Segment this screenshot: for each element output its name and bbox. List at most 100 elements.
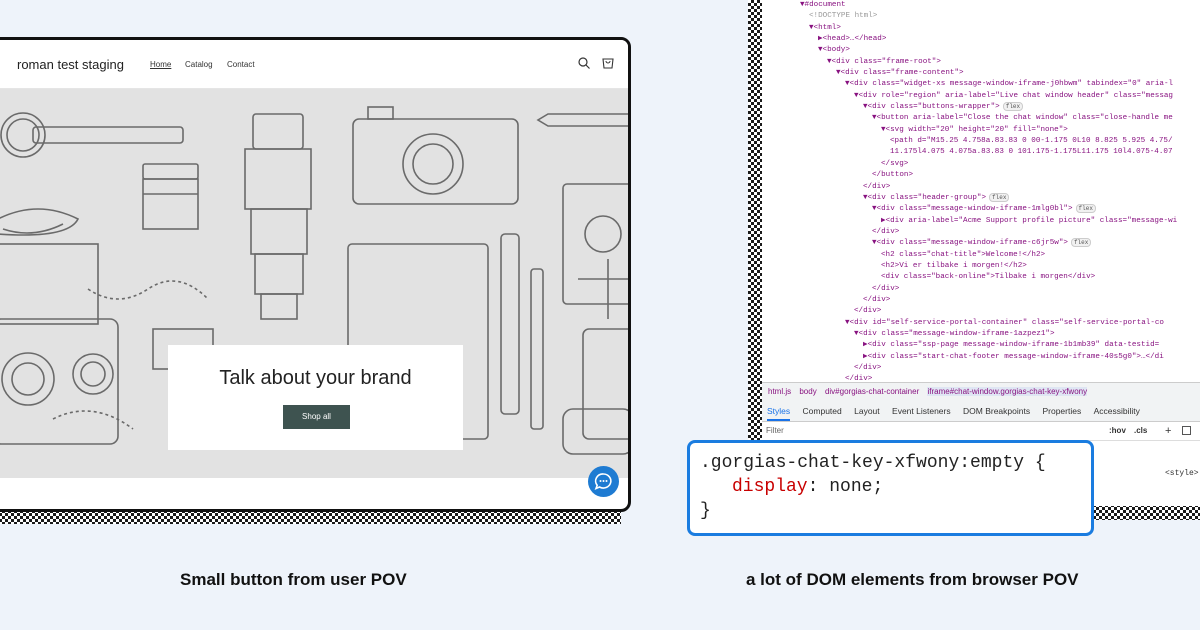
dom-node-line[interactable]: <path d="M15.25 4.758a.83.83 0 00-1.175 … xyxy=(762,136,1200,147)
breadcrumb-container[interactable]: div#gorgias-chat-container xyxy=(825,387,919,396)
hero-title: Talk about your brand xyxy=(219,367,412,389)
hero-banner: Talk about your brand Shop all xyxy=(0,89,628,478)
css-property: display xyxy=(732,477,808,497)
dom-node-text: <h2>Vi er tilbake i morgen!</h2> xyxy=(881,261,1027,270)
dom-node-line[interactable]: </svg> xyxy=(762,159,1200,170)
dom-node-text: ▼<div class="widget-xs message-window-if… xyxy=(845,80,1174,89)
hov-toggle[interactable]: :hov xyxy=(1109,422,1126,440)
dom-node-line[interactable]: ▼<body> xyxy=(762,45,1200,56)
dom-node-text: <h2 class="chat-title">Welcome!</h2> xyxy=(881,250,1046,259)
dom-node-line[interactable]: ▶<div aria-label="Acme Support profile p… xyxy=(762,216,1200,227)
dom-node-line[interactable]: ▼<html> xyxy=(762,23,1200,34)
dom-node-line[interactable]: ▼<div class="widget-xs message-window-if… xyxy=(762,79,1200,90)
dom-node-text: </div> xyxy=(863,182,891,191)
dom-node-text: ▶<div aria-label="Acme Support profile p… xyxy=(881,216,1178,225)
dom-node-line[interactable]: ▼<div class="buttons-wrapper"> flex xyxy=(762,102,1200,113)
dom-node-line[interactable]: ▼<div class="message-window-iframe-1mlg0… xyxy=(762,204,1200,215)
dom-node-line[interactable]: <div class="back-online">Tilbake i morge… xyxy=(762,272,1200,283)
shop-browser-window: roman test staging Home Catalog Contact xyxy=(0,37,631,512)
chat-launcher-button[interactable] xyxy=(588,466,619,497)
breadcrumb-body[interactable]: body xyxy=(799,387,816,396)
breadcrumb-iframe[interactable]: iframe#chat-window.gorgias-chat-key-xfwo… xyxy=(927,387,1088,396)
caption-right: a lot of DOM elements from browser POV xyxy=(746,570,1079,589)
tab-properties[interactable]: Properties xyxy=(1042,406,1081,416)
dom-node-text: <!DOCTYPE html> xyxy=(809,12,878,21)
store-name[interactable]: roman test staging xyxy=(17,57,124,72)
dom-node-line[interactable]: ▼<div role="region" aria-label="Live cha… xyxy=(762,91,1200,102)
nav-contact[interactable]: Contact xyxy=(227,60,255,69)
css-rule-callout: .gorgias-chat-key-xfwony:empty { display… xyxy=(687,440,1094,536)
dom-node-text: ▼<div class="frame-content"> xyxy=(836,69,964,78)
tab-event-listeners[interactable]: Event Listeners xyxy=(892,406,951,416)
breadcrumb: html.js body div#gorgias-chat-container … xyxy=(762,382,1200,402)
dom-node-line[interactable]: </div> xyxy=(762,227,1200,238)
new-rule-button[interactable]: + xyxy=(1165,422,1171,440)
dom-node-line[interactable]: <h2>Vi er tilbake i morgen!</h2> xyxy=(762,261,1200,272)
flex-badge[interactable]: flex xyxy=(1075,204,1096,214)
tab-computed[interactable]: Computed xyxy=(803,406,842,416)
dom-node-text: ▼<div class="message-window-iframe-c6jr5… xyxy=(872,239,1068,248)
nav-catalog[interactable]: Catalog xyxy=(185,60,213,69)
dom-node-line[interactable]: ▶<div class="ssp-page message-window-ifr… xyxy=(762,340,1200,351)
dom-node-text: </div> xyxy=(872,284,900,293)
shop-all-button[interactable]: Shop all xyxy=(283,405,350,429)
sidebar-toggle-icon[interactable] xyxy=(1182,426,1191,435)
cls-toggle[interactable]: .cls xyxy=(1134,422,1147,440)
styles-filter-bar: Filter :hov .cls + xyxy=(762,422,1200,441)
tab-styles[interactable]: Styles xyxy=(767,406,791,421)
dom-node-line[interactable]: ▼<div class="frame-root"> xyxy=(762,57,1200,68)
dom-node-line[interactable]: ▼<div id="self-service-portal-container"… xyxy=(762,318,1200,329)
dom-node-text: ▼<div class="message-window-iframe-1azpe… xyxy=(854,329,1055,338)
css-selector: .gorgias-chat-key-xfwony:empty { xyxy=(700,453,1046,473)
dom-node-line[interactable]: </div> xyxy=(762,363,1200,374)
nav-home[interactable]: Home xyxy=(150,60,171,69)
dom-node-text: ▼<div role="region" aria-label="Live cha… xyxy=(854,91,1173,100)
devtools-tabs: Styles Computed Layout Event Listeners D… xyxy=(762,401,1200,422)
dom-node-line[interactable]: ▼<button aria-label="Close the chat wind… xyxy=(762,113,1200,124)
flex-badge[interactable]: flex xyxy=(1070,238,1092,248)
dom-node-line[interactable]: ▼<div class="message-window-iframe-1azpe… xyxy=(762,329,1200,340)
dom-node-line[interactable]: </div> xyxy=(762,295,1200,306)
tab-layout[interactable]: Layout xyxy=(854,406,880,416)
dom-node-text: 11.175l4.075 4.075a.83.83 0 101.175-1.17… xyxy=(890,148,1173,157)
dom-node-text: </div> xyxy=(854,307,882,316)
dom-node-text: ▼<div class="frame-root"> xyxy=(827,57,941,66)
dom-node-text: ▶<div class="ssp-page message-window-ifr… xyxy=(863,341,1160,350)
dom-node-line[interactable]: </div> xyxy=(762,284,1200,295)
dom-node-line[interactable]: ▼<div class="message-window-iframe-c6jr5… xyxy=(762,238,1200,249)
dom-node-text: </div> xyxy=(854,364,882,372)
css-close-brace: } xyxy=(700,501,711,521)
filter-input[interactable]: Filter xyxy=(766,426,784,435)
dom-node-text: ▼<button aria-label="Close the chat wind… xyxy=(872,114,1173,123)
cart-icon[interactable] xyxy=(601,56,615,70)
dom-node-line[interactable]: ▼<svg width="20" height="20" fill="none"… xyxy=(762,125,1200,136)
style-source-link[interactable]: <style> xyxy=(1165,469,1199,478)
dom-node-line[interactable]: ▶<head>…</head> xyxy=(762,34,1200,45)
dom-node-line[interactable]: </div> xyxy=(762,182,1200,193)
dom-node-line[interactable]: </div> xyxy=(762,306,1200,317)
dom-node-line[interactable]: 11.175l4.075 4.075a.83.83 0 101.175-1.17… xyxy=(762,147,1200,158)
shop-header: roman test staging Home Catalog Contact xyxy=(0,40,628,89)
dom-node-text: ▼<div class="header-group"> xyxy=(863,193,987,202)
dom-node-line[interactable]: <!DOCTYPE html> xyxy=(762,11,1200,22)
dom-node-line[interactable]: ▼<div class="header-group"> flex xyxy=(762,192,1200,204)
dom-node-text: </button> xyxy=(872,171,914,180)
breadcrumb-html[interactable]: html.js xyxy=(768,387,791,396)
search-icon[interactable] xyxy=(577,56,591,70)
dom-node-text: ▼<div class="message-window-iframe-1mlg0… xyxy=(872,205,1073,214)
flex-badge[interactable]: flex xyxy=(1002,102,1024,112)
dom-node-text: ▶<div class="start-chat-footer message-w… xyxy=(863,352,1164,361)
dom-node-text: ▼<html> xyxy=(809,23,841,32)
dom-node-line[interactable]: ▶<div class="start-chat-footer message-w… xyxy=(762,352,1200,363)
dom-tree: ▼#document <!DOCTYPE html> ▼<html> ▶<head>…… xyxy=(762,0,1200,383)
dom-node-line[interactable]: ▼<div class="frame-content"> xyxy=(762,68,1200,79)
dom-node-text: ▼#document xyxy=(800,1,846,9)
dom-node-line[interactable]: </button> xyxy=(762,170,1200,181)
dom-node-text: <path d="M15.25 4.758a.83.83 0 00-1.175 … xyxy=(890,137,1173,146)
tab-dom-breakpoints[interactable]: DOM Breakpoints xyxy=(963,406,1030,416)
css-value: none; xyxy=(818,477,884,497)
dom-node-line[interactable]: <h2 class="chat-title">Welcome!</h2> xyxy=(762,250,1200,261)
tab-accessibility[interactable]: Accessibility xyxy=(1094,406,1140,416)
flex-badge[interactable]: flex xyxy=(989,192,1010,202)
dom-node-line[interactable]: ▼#document xyxy=(762,0,1200,11)
